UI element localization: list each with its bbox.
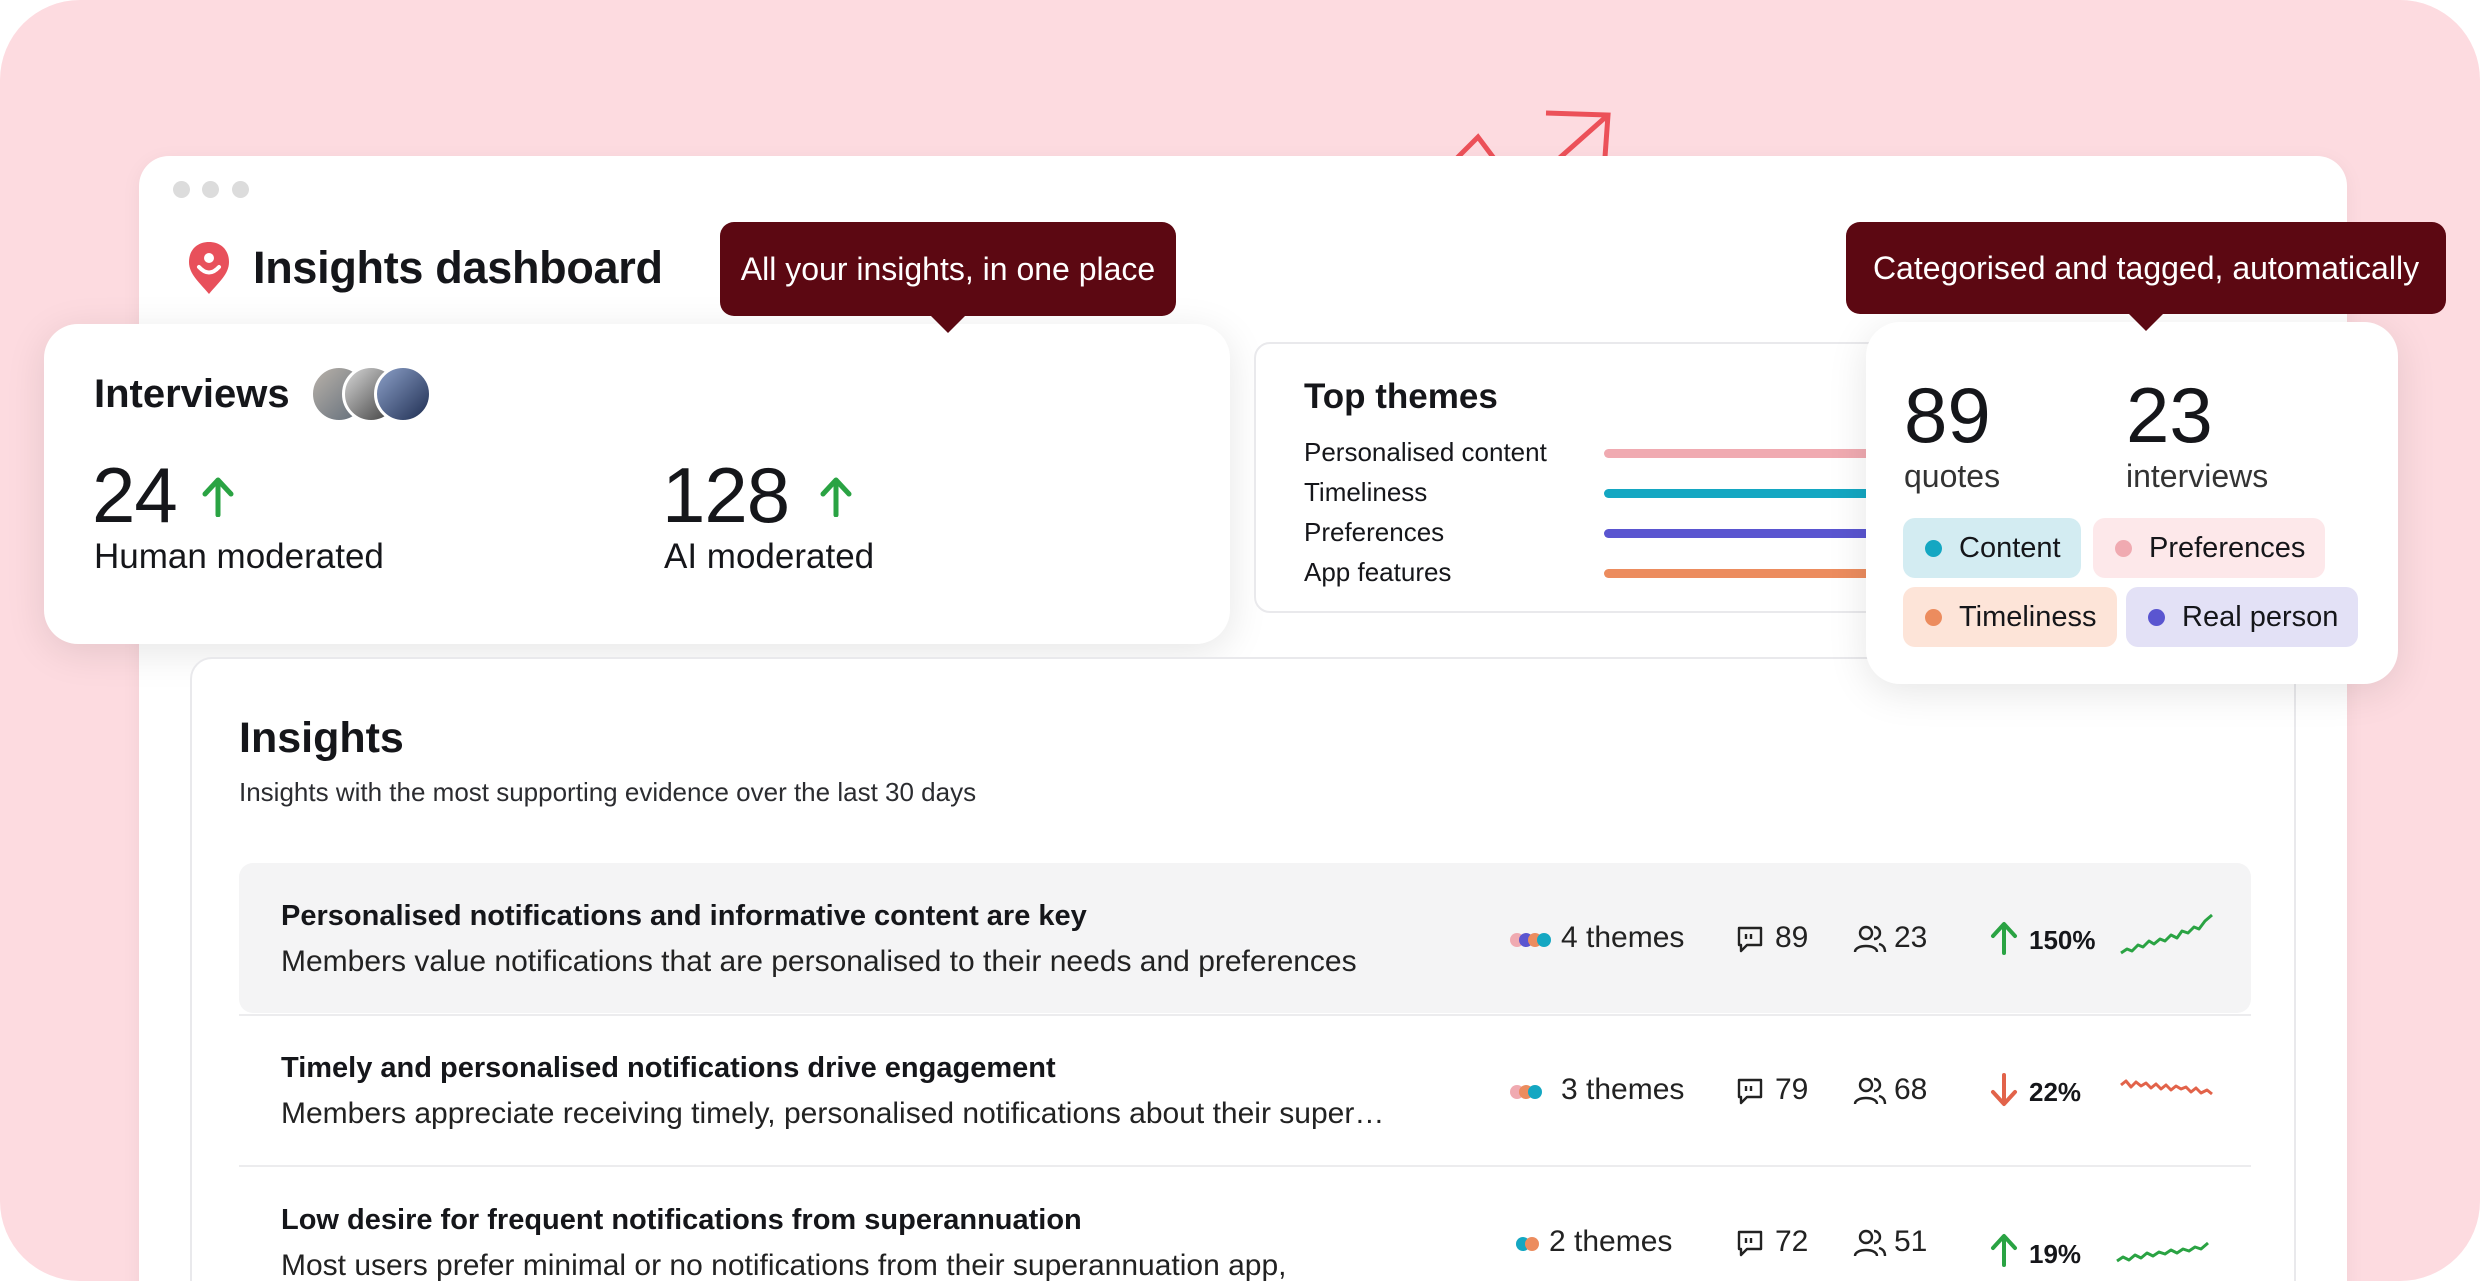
- users-icon: [1853, 925, 1887, 953]
- arrow-up-icon: [202, 477, 234, 517]
- tag-chip-timeliness[interactable]: Timeliness: [1903, 587, 2117, 647]
- insight-description: Most users prefer minimal or no notifica…: [281, 1249, 1287, 1281]
- participant-count: 68: [1894, 1073, 1928, 1106]
- quote-count: 79: [1775, 1073, 1809, 1106]
- interviews-label: interviews: [2126, 458, 2269, 494]
- change-percent: 22%: [2029, 1077, 2082, 1107]
- tag-chip-preferences[interactable]: Preferences: [2093, 518, 2326, 578]
- theme-bar-personalised-content: [1604, 449, 1904, 458]
- insights-description: Insights with the most supporting eviden…: [239, 777, 977, 807]
- sparkline: [2120, 1079, 2213, 1096]
- change-percent: 19%: [2029, 1239, 2082, 1269]
- arrow-up-icon: [1991, 1234, 2017, 1267]
- users-icon: [1853, 1077, 1887, 1105]
- sparkline: [2120, 913, 2213, 955]
- arrow-up-icon: [820, 477, 852, 517]
- tag-label: Preferences: [2149, 531, 2306, 564]
- window-dot-minimize[interactable]: [202, 181, 219, 198]
- tag-chip-real-person[interactable]: Real person: [2126, 587, 2359, 647]
- row-divider: [239, 1014, 2251, 1016]
- sparkline: [2116, 1241, 2209, 1263]
- theme-label-timeliness: Timeliness: [1304, 477, 1428, 507]
- quotes-count: 89: [1904, 371, 1991, 459]
- insight-title: Timely and personalised notifications dr…: [281, 1052, 1056, 1084]
- tag-chip-content[interactable]: Content: [1903, 518, 2081, 578]
- tag-label: Real person: [2182, 600, 2339, 633]
- quote-icon: [1737, 1230, 1763, 1257]
- insight-description: Members value notifications that are per…: [281, 945, 1357, 978]
- theme-label-app-features: App features: [1304, 557, 1452, 587]
- arrow-down-icon: [1991, 1073, 2017, 1106]
- theme-label-preferences: Preferences: [1304, 517, 1445, 547]
- theme-count[interactable]: 2 themes: [1549, 1222, 1672, 1262]
- table-row[interactable]: Personalised notifications and informati…: [239, 863, 2251, 1013]
- top-themes-title: Top themes: [1304, 377, 1498, 416]
- participant-count: 23: [1894, 921, 1928, 954]
- quote-icon: [1737, 926, 1763, 953]
- human-moderated-label: Human moderated: [94, 537, 384, 576]
- users-icon: [1853, 1229, 1887, 1257]
- tooltip-all-insights: All your insights, in one place: [720, 222, 1176, 333]
- tag-label: Timeliness: [1959, 600, 2097, 633]
- human-moderated-count: 24: [92, 451, 178, 539]
- ai-moderated-count: 128: [662, 451, 790, 539]
- tag-label: Content: [1959, 531, 2061, 564]
- theme-dots-icon: [1510, 933, 1551, 947]
- dot-icon: [2148, 609, 2165, 626]
- theme-count[interactable]: 4 themes: [1561, 918, 1684, 958]
- interviews-count: 23: [2126, 371, 2213, 459]
- quote-count: 72: [1775, 1225, 1809, 1258]
- interviews-title: Interviews: [94, 372, 290, 416]
- change-percent: 150%: [2029, 925, 2096, 955]
- tooltip-categorised: Categorised and tagged, automatically: [1846, 222, 2446, 331]
- arrow-up-icon: [1991, 922, 2017, 955]
- table-row[interactable]: Low desire for frequent notifications fr…: [239, 1167, 2251, 1281]
- theme-count[interactable]: 3 themes: [1561, 1070, 1684, 1110]
- quotes-label: quotes: [1904, 458, 2001, 494]
- theme-bar-app-features: [1604, 569, 1884, 578]
- insights-title: Insights: [239, 714, 404, 762]
- ai-moderated-label: AI moderated: [664, 537, 875, 576]
- insight-description: Members appreciate receiving timely, per…: [281, 1097, 1385, 1130]
- participant-count: 51: [1894, 1225, 1928, 1258]
- theme-dots-icon: [1510, 1085, 1542, 1099]
- quote-icon: [1737, 1078, 1763, 1105]
- dot-icon: [2115, 540, 2132, 557]
- dashboard-title: Insights dashboard: [253, 242, 663, 293]
- window-dot-close[interactable]: [173, 181, 190, 198]
- insight-title: Personalised notifications and informati…: [281, 900, 1087, 932]
- theme-bar-preferences: [1604, 529, 1884, 538]
- dot-icon: [1925, 609, 1942, 626]
- table-row[interactable]: Timely and personalised notifications dr…: [239, 1015, 2251, 1165]
- insight-title: Low desire for frequent notifications fr…: [281, 1204, 1082, 1236]
- avatar: [374, 365, 432, 423]
- dot-icon: [1925, 540, 1942, 557]
- app-logo-icon: [189, 242, 229, 294]
- quote-count: 89: [1775, 921, 1809, 954]
- theme-bar-timeliness: [1604, 489, 1884, 498]
- window-dot-maximize[interactable]: [232, 181, 249, 198]
- theme-label-personalised-content: Personalised content: [1304, 437, 1547, 467]
